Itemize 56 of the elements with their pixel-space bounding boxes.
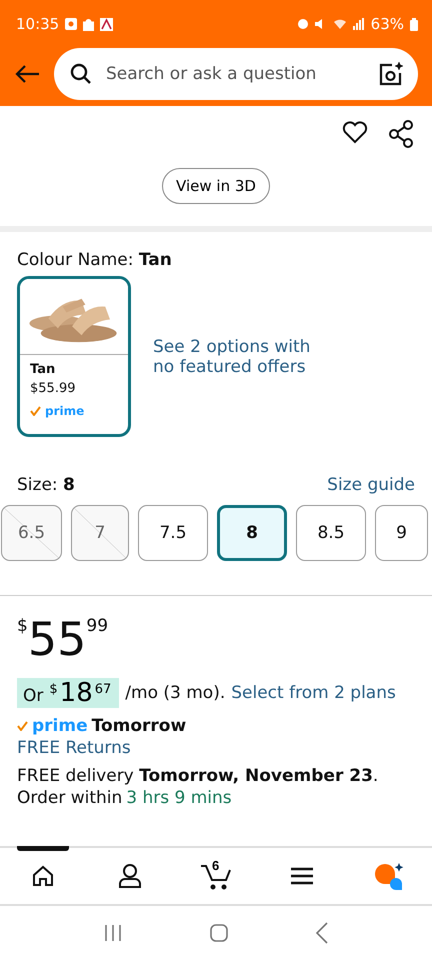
shopping-bag-icon: [83, 18, 94, 30]
recent-apps-button[interactable]: [103, 924, 123, 942]
home-button[interactable]: [209, 923, 229, 943]
size-guide-link[interactable]: Size guide: [327, 475, 415, 495]
size-option[interactable]: 8: [217, 505, 287, 561]
installment-prefix: Or: [23, 686, 44, 706]
swatch-name: Tan: [30, 362, 56, 377]
colour-swatch[interactable]: Tan $55.99 prime: [17, 276, 131, 437]
search-field[interactable]: Search or ask a question: [54, 48, 418, 100]
menu-icon: [290, 866, 314, 886]
size-option[interactable]: 9: [375, 505, 428, 561]
price-fraction: 99: [86, 618, 108, 635]
check-icon: [17, 721, 28, 731]
camera-icon[interactable]: [378, 61, 404, 87]
colour-name-label: Colour Name: Tan: [17, 250, 172, 270]
size-option[interactable]: 6.5: [1, 505, 62, 561]
notification-icon: [65, 18, 78, 30]
prime-delivery-day: Tomorrow: [92, 716, 186, 736]
delivery-text: FREE delivery Tomorrow, November 23.: [17, 766, 378, 786]
price-whole: 55: [28, 616, 86, 662]
swatch-price: $55.99: [30, 381, 76, 396]
installment-term: /mo (3 mo).: [125, 683, 226, 703]
size-option[interactable]: 7.5: [138, 505, 208, 561]
back-button[interactable]: [14, 64, 40, 84]
countdown-text: 3 hrs 9 mins: [126, 788, 232, 808]
signal-icon: [352, 18, 365, 30]
person-icon: [116, 863, 143, 889]
size-option[interactable]: 7: [71, 505, 129, 561]
cart-icon: [200, 862, 232, 890]
battery-text: 63%: [370, 15, 404, 33]
clock-text: 10:35: [16, 15, 60, 33]
cart-tab[interactable]: 6: [172, 848, 260, 904]
back-navigation-button[interactable]: [315, 922, 329, 944]
free-returns-link[interactable]: FREE Returns: [17, 738, 131, 758]
search-icon: [70, 63, 92, 85]
app-notification-icon: [100, 18, 114, 30]
view-in-3d-button[interactable]: View in 3D: [162, 168, 270, 204]
share-icon[interactable]: [388, 120, 414, 148]
cart-count: 6: [212, 858, 220, 873]
size-label: Size: 8: [17, 475, 75, 495]
order-within-text: Order within: [17, 788, 122, 808]
currency-symbol: $: [17, 618, 28, 635]
more-options-link[interactable]: See 2 options with no featured offers: [153, 336, 323, 376]
check-icon: [30, 406, 41, 416]
size-option[interactable]: 8.5: [296, 505, 366, 561]
plans-link[interactable]: Select from 2 plans: [231, 683, 396, 703]
prime-logo: prime: [45, 404, 84, 418]
installment-fraction: 67: [94, 683, 112, 696]
installment-whole: 18: [60, 680, 93, 706]
currency-symbol: $: [49, 683, 58, 696]
wifi-icon: [332, 18, 347, 30]
battery-icon: [410, 18, 418, 30]
alarm-icon: [296, 18, 309, 30]
home-icon: [31, 864, 56, 888]
chat-bubbles-icon: [372, 862, 405, 890]
prime-logo: prime: [32, 716, 88, 736]
